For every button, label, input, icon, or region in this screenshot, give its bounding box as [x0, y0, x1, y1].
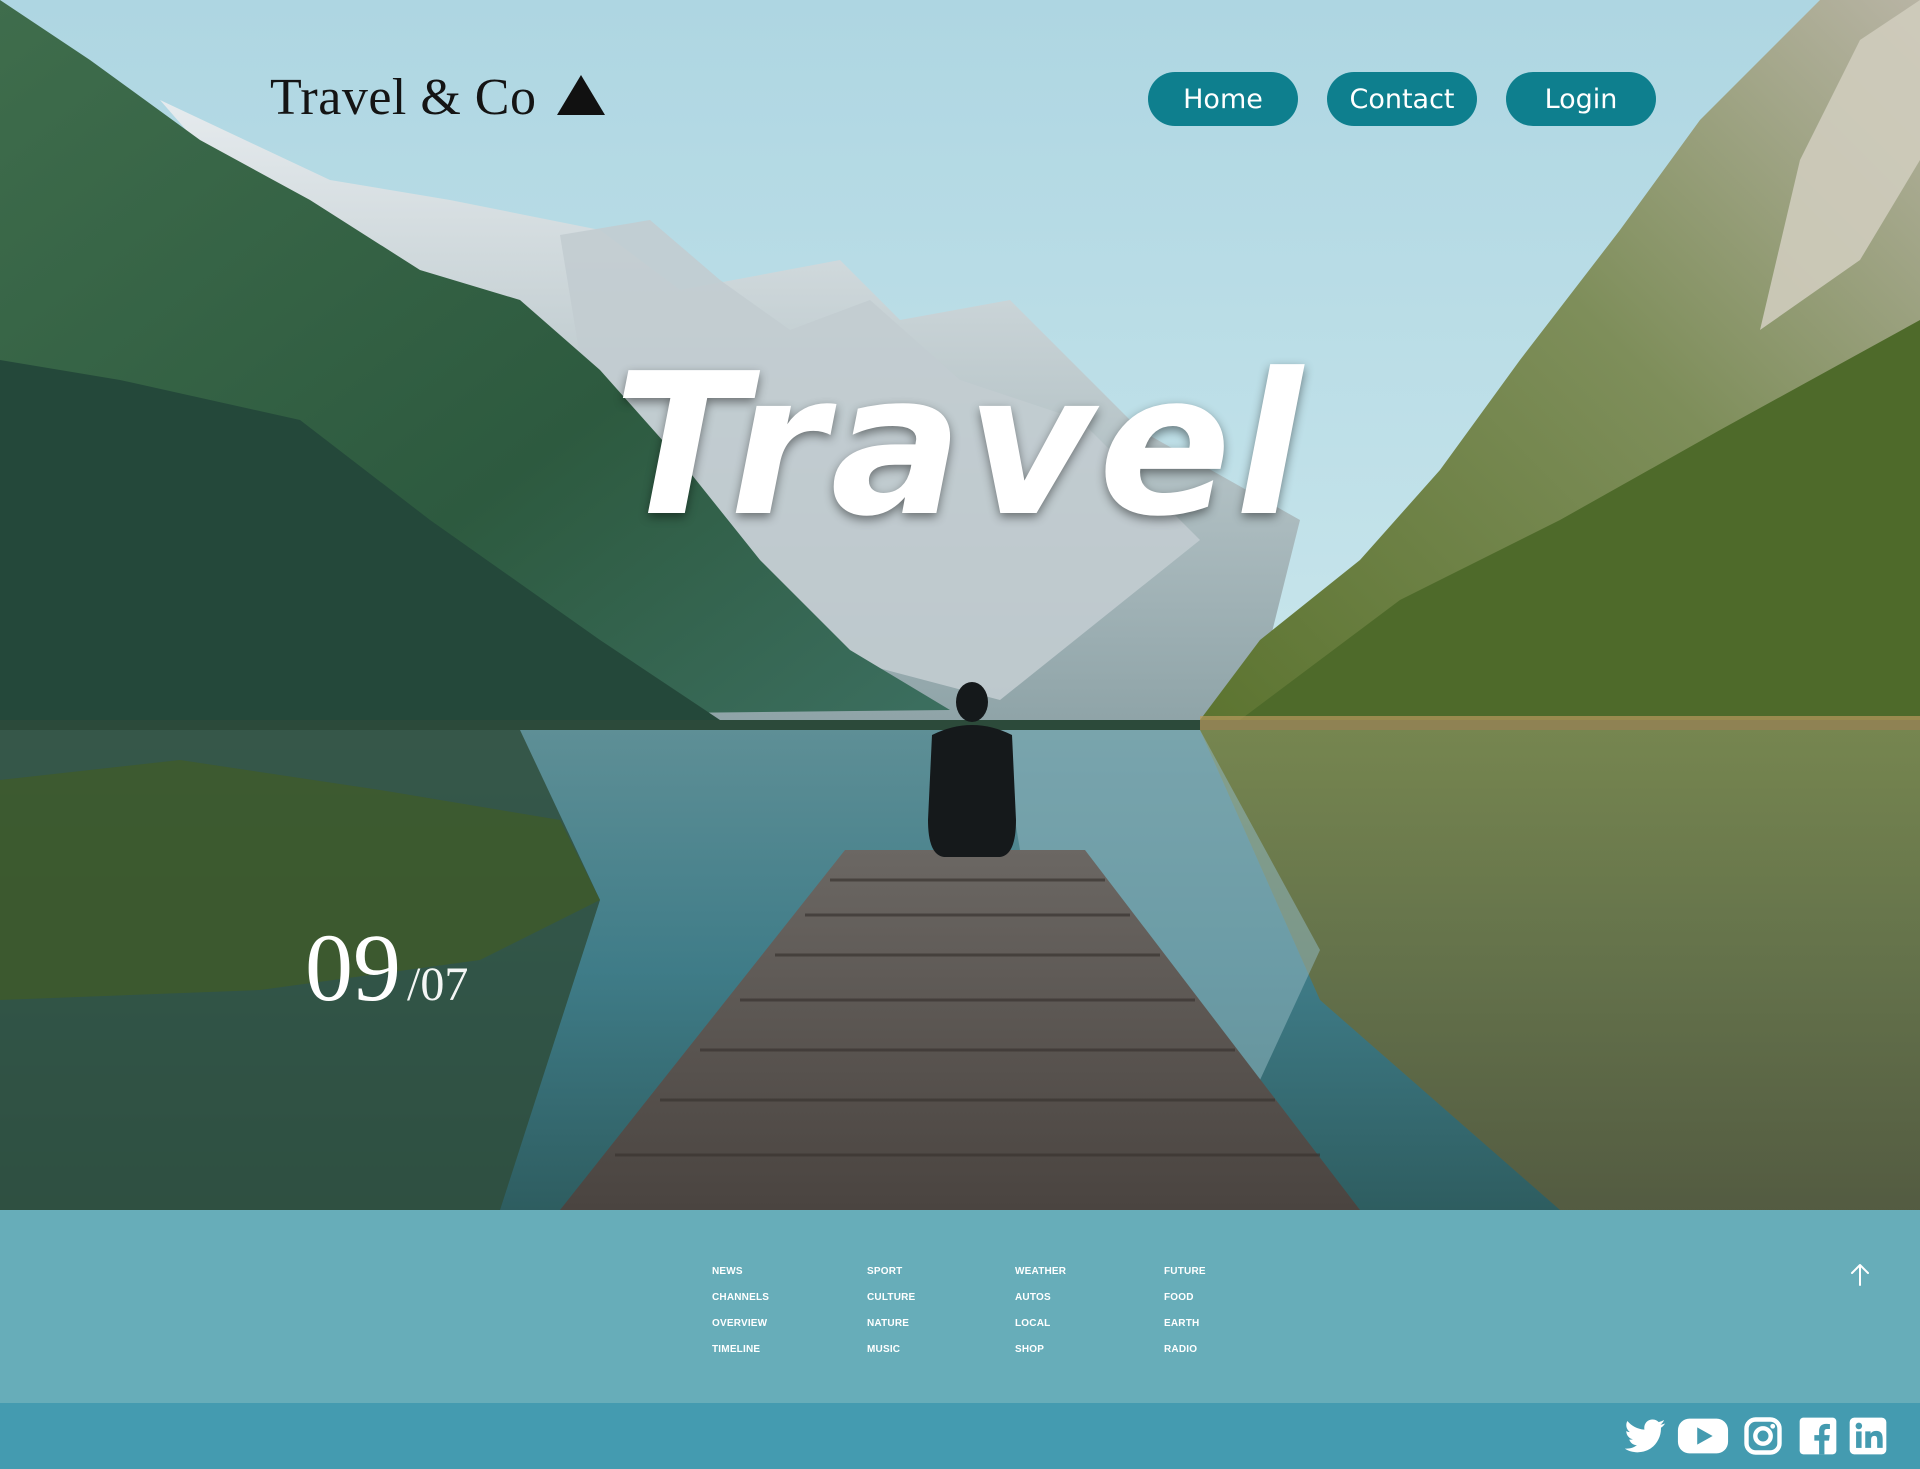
footer-link-culture[interactable]: CULTURE — [867, 1292, 915, 1318]
triangle-icon — [556, 74, 605, 115]
footer-link-autos[interactable]: AUTOS — [1015, 1292, 1066, 1318]
nav-login-button[interactable]: Login — [1506, 72, 1656, 126]
twitter-icon[interactable] — [1623, 1414, 1667, 1458]
nav-contact-button[interactable]: Contact — [1327, 72, 1477, 126]
footer-link-local[interactable]: LOCAL — [1015, 1318, 1066, 1344]
hero-date: 09/07 — [305, 912, 468, 1023]
arrow-up-icon[interactable] — [1846, 1261, 1874, 1289]
footer-link-weather[interactable]: WEATHER — [1015, 1266, 1066, 1292]
brand-logo[interactable]: Travel & Co — [270, 68, 605, 127]
footer-link-timeline[interactable]: TIMELINE — [712, 1344, 769, 1370]
hero-title: Travel — [613, 332, 1307, 560]
social-bar — [0, 1403, 1920, 1469]
footer-link-shop[interactable]: SHOP — [1015, 1344, 1066, 1370]
hero-section: Travel & Co Home Contact Login Travel 09… — [0, 0, 1920, 1210]
youtube-icon[interactable] — [1676, 1414, 1730, 1458]
footer-link-earth[interactable]: EARTH — [1164, 1318, 1206, 1344]
brand-name: Travel & Co — [270, 69, 537, 126]
facebook-icon[interactable] — [1796, 1414, 1840, 1458]
hero-background-photo — [0, 0, 1920, 1210]
footer-link-future[interactable]: FUTURE — [1164, 1266, 1206, 1292]
footer-link-music[interactable]: MUSIC — [867, 1344, 915, 1370]
footer-link-sport[interactable]: SPORT — [867, 1266, 915, 1292]
footer-column-4: FUTURE FOOD EARTH RADIO — [1164, 1266, 1206, 1370]
footer-links-section: NEWS CHANNELS OVERVIEW TIMELINE SPORT CU… — [0, 1210, 1920, 1403]
linkedin-icon[interactable] — [1846, 1414, 1890, 1458]
date-day: 09 — [305, 914, 401, 1021]
footer-column-3: WEATHER AUTOS LOCAL SHOP — [1015, 1266, 1066, 1370]
instagram-icon[interactable] — [1741, 1414, 1785, 1458]
footer-link-overview[interactable]: OVERVIEW — [712, 1318, 769, 1344]
footer-link-food[interactable]: FOOD — [1164, 1292, 1206, 1318]
date-month: /07 — [407, 958, 469, 1011]
footer-link-radio[interactable]: RADIO — [1164, 1344, 1206, 1370]
footer-link-news[interactable]: NEWS — [712, 1266, 769, 1292]
footer-column-1: NEWS CHANNELS OVERVIEW TIMELINE — [712, 1266, 769, 1370]
footer-link-channels[interactable]: CHANNELS — [712, 1292, 769, 1318]
footer-link-nature[interactable]: NATURE — [867, 1318, 915, 1344]
nav-home-button[interactable]: Home — [1148, 72, 1298, 126]
main-nav: Home Contact Login — [1148, 72, 1656, 126]
footer-column-2: SPORT CULTURE NATURE MUSIC — [867, 1266, 915, 1370]
